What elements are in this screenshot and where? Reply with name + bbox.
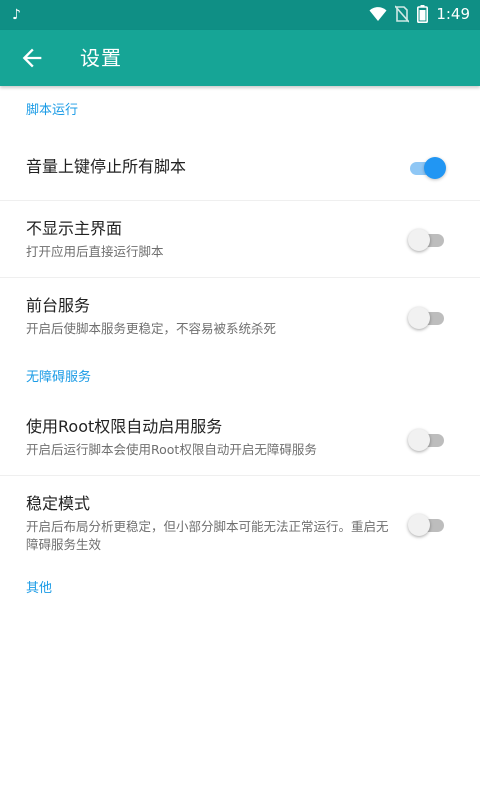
battery-icon [417,5,429,23]
toggle-switch[interactable] [408,307,446,329]
switch-thumb [408,514,430,536]
setting-title: 前台服务 [26,296,91,315]
settings-list: 脚本运行 音量上键停止所有脚本 不显示主界面 打开应用后直接运行脚本 前台服务 … [0,86,480,612]
setting-title: 音量上键停止所有脚本 [26,157,187,176]
setting-stable-mode[interactable]: 稳定模式 开启后布局分析更稳定，但小部分脚本可能无法正常运行。重启无障碍服务生效 [0,476,480,572]
section-header-accessibility: 无障碍服务 [26,370,92,385]
arrow-left-icon[interactable] [18,44,46,72]
page-title: 设置 [80,46,122,70]
clock: 1:49 [436,5,470,23]
setting-root-auto-enable[interactable]: 使用Root权限自动启用服务 开启后运行脚本会使用Root权限自动开启无障碍服务 [0,399,480,476]
status-bar: ♪ 1:49 [0,0,480,30]
toggle-switch[interactable] [408,429,446,451]
switch-thumb [408,307,430,329]
setting-summary: 开启后使脚本服务更稳定，不容易被系统杀死 [26,321,277,336]
switch-thumb [408,229,430,251]
setting-summary: 开启后布局分析更稳定，但小部分脚本可能无法正常运行。重启无障碍服务生效 [26,519,389,552]
status-icons: 1:49 [369,5,470,23]
section-header-other: 其他 [26,581,53,596]
toggle-switch[interactable] [408,514,446,536]
section-header-script-run: 脚本运行 [26,103,79,118]
toggle-switch[interactable] [408,157,446,179]
setting-title: 不显示主界面 [26,219,123,238]
setting-title: 使用Root权限自动启用服务 [26,417,223,436]
tiktok-icon: ♪ [12,7,21,23]
setting-summary: 打开应用后直接运行脚本 [26,244,164,259]
setting-hide-main-ui[interactable]: 不显示主界面 打开应用后直接运行脚本 [0,201,480,278]
setting-foreground-service[interactable]: 前台服务 开启后使脚本服务更稳定，不容易被系统杀死 [0,278,480,355]
switch-thumb [408,429,430,451]
setting-volume-stop[interactable]: 音量上键停止所有脚本 [0,134,480,201]
wifi-icon [369,7,387,21]
switch-thumb [424,157,446,179]
setting-summary: 开启后运行脚本会使用Root权限自动开启无障碍服务 [26,442,317,457]
setting-title: 稳定模式 [26,494,91,513]
no-sim-icon [395,5,410,23]
toggle-switch[interactable] [408,229,446,251]
app-bar: 设置 [0,30,480,86]
